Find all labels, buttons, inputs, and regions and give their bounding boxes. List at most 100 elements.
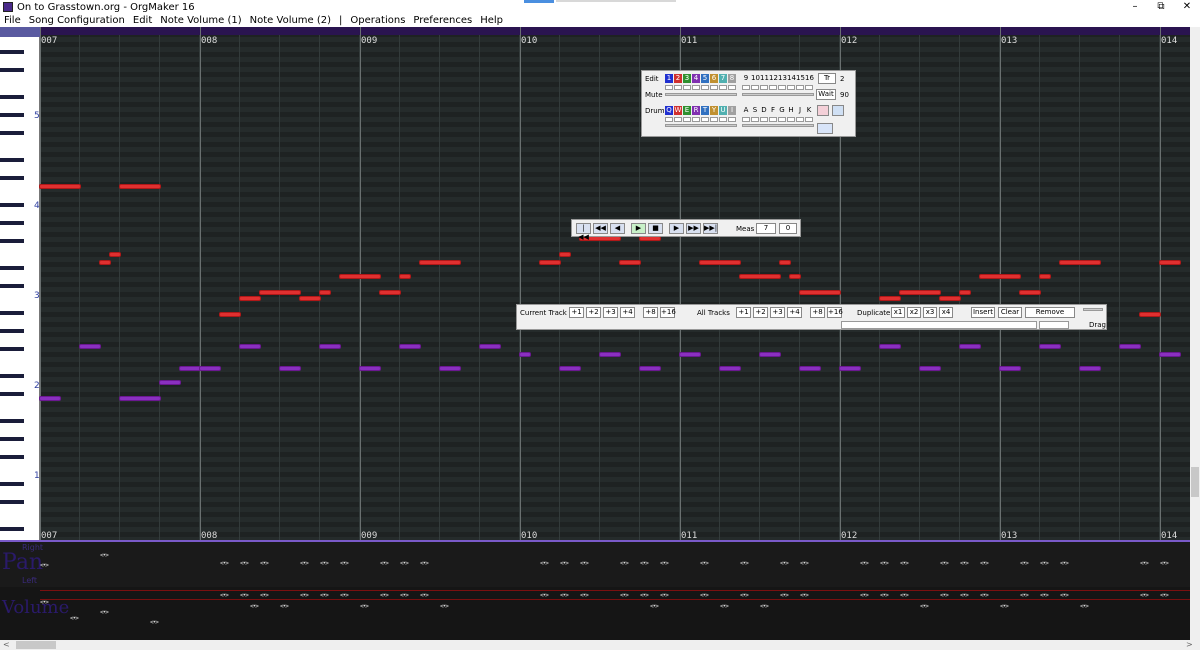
mute-toggle[interactable] xyxy=(683,85,691,90)
volume-arrow-icon[interactable]: <•> xyxy=(400,592,409,599)
mute-toggle[interactable] xyxy=(760,117,768,122)
volume-arrow-icon[interactable]: <•> xyxy=(560,592,569,599)
note-purple[interactable] xyxy=(1040,345,1060,348)
drum-track-button[interactable]: Y xyxy=(710,106,718,115)
mute-toggle[interactable] xyxy=(805,85,813,90)
mute-toggle[interactable] xyxy=(665,85,673,90)
restore-button[interactable]: ⧉ xyxy=(1148,0,1174,14)
drum-track-button[interactable]: F xyxy=(769,106,777,115)
note-grid[interactable] xyxy=(40,27,1190,540)
mute-toggle[interactable] xyxy=(796,85,804,90)
current-shift-button[interactable]: +3 xyxy=(603,307,618,318)
mute-toggle[interactable] xyxy=(719,85,727,90)
note-purple[interactable] xyxy=(440,367,460,370)
melody-track-button[interactable]: 4 xyxy=(692,74,700,83)
volume-arrow-icon[interactable]: <•> xyxy=(1140,592,1149,599)
mute-toggle[interactable] xyxy=(674,85,682,90)
speaker-icon[interactable] xyxy=(817,123,833,134)
volume-arrow-icon[interactable]: <•> xyxy=(900,592,909,599)
note-purple[interactable] xyxy=(120,397,160,400)
pan-arrow-icon[interactable]: <•> xyxy=(1040,560,1049,567)
duplicate-button[interactable]: x3 xyxy=(923,307,937,318)
current-shift-button[interactable]: +2 xyxy=(586,307,601,318)
close-button[interactable]: ✕ xyxy=(1174,0,1200,14)
pan-arrow-icon[interactable]: <•> xyxy=(100,552,109,559)
drum-track-button[interactable]: 16 xyxy=(805,74,814,83)
note-purple[interactable] xyxy=(880,345,900,348)
volume-arrow-icon[interactable]: <•> xyxy=(250,603,259,610)
pan-arrow-icon[interactable]: <•> xyxy=(980,560,989,567)
zoom-out-icon[interactable] xyxy=(832,105,844,116)
note-purple[interactable] xyxy=(160,381,180,384)
tr-button[interactable]: Tr xyxy=(818,73,836,84)
note-purple[interactable] xyxy=(520,353,530,356)
note-purple[interactable] xyxy=(560,367,580,370)
volume-arrow-icon[interactable]: <•> xyxy=(920,603,929,610)
melody-track-button[interactable]: 7 xyxy=(719,74,727,83)
mute-toggle[interactable] xyxy=(692,117,700,122)
mute-toggle[interactable] xyxy=(692,85,700,90)
drum-track-button[interactable]: 13 xyxy=(778,74,787,83)
melody-track-button[interactable]: 2 xyxy=(674,74,682,83)
current-shift-button[interactable]: +4 xyxy=(620,307,635,318)
note-purple[interactable] xyxy=(360,367,380,370)
pan-arrow-icon[interactable]: <•> xyxy=(620,560,629,567)
insert-button[interactable]: Insert xyxy=(971,307,995,318)
mute-toggle[interactable] xyxy=(760,85,768,90)
pan-arrow-icon[interactable]: <•> xyxy=(320,560,329,567)
mute-toggle[interactable] xyxy=(778,117,786,122)
volume-arrow-icon[interactable]: <•> xyxy=(1040,592,1049,599)
pan-arrow-icon[interactable]: <•> xyxy=(660,560,669,567)
mute-toggle[interactable] xyxy=(751,117,759,122)
mute-toggle[interactable] xyxy=(805,117,813,122)
playback-button[interactable]: ▶ xyxy=(631,223,646,234)
volume-area[interactable]: Volume <•> <•> <•> <•> <•> <•> <•> <•> <•> <•> <•>… xyxy=(0,587,1190,640)
note-purple[interactable] xyxy=(600,353,620,356)
volume-arrow-icon[interactable]: <•> xyxy=(240,592,249,599)
melody-track-button[interactable]: 3 xyxy=(683,74,691,83)
playback-button[interactable]: |◀◀ xyxy=(576,223,591,241)
volume-arrow-icon[interactable]: <•> xyxy=(1060,592,1069,599)
mute-toggle[interactable] xyxy=(701,85,709,90)
mute-toggle[interactable] xyxy=(719,117,727,122)
mute-toggle[interactable] xyxy=(701,117,709,122)
volume-arrow-icon[interactable]: <•> xyxy=(420,592,429,599)
scroll-right-icon[interactable]: > xyxy=(1186,640,1193,650)
note-purple[interactable] xyxy=(760,353,780,356)
volume-arrow-icon[interactable]: <•> xyxy=(260,592,269,599)
volume-arrow-icon[interactable]: <•> xyxy=(540,592,549,599)
note-red[interactable] xyxy=(220,313,240,316)
pan-arrow-icon[interactable]: <•> xyxy=(740,560,749,567)
drum-track-button[interactable]: G xyxy=(778,106,786,115)
drum-track-button[interactable]: Q xyxy=(665,106,673,115)
zoom-in-icon[interactable] xyxy=(817,105,829,116)
scroll-thumb[interactable] xyxy=(1191,467,1199,497)
pan-arrow-icon[interactable]: <•> xyxy=(220,560,229,567)
pan-arrow-icon[interactable]: <•> xyxy=(260,560,269,567)
all-shift-button[interactable]: +16 xyxy=(827,307,843,318)
note-red[interactable] xyxy=(100,261,110,264)
mute-toggle[interactable] xyxy=(796,117,804,122)
volume-arrow-icon[interactable]: <•> xyxy=(340,592,349,599)
note-purple[interactable] xyxy=(840,367,860,370)
note-red[interactable] xyxy=(560,253,570,256)
pan-arrow-icon[interactable]: <•> xyxy=(540,560,549,567)
volume-arrow-icon[interactable]: <•> xyxy=(860,592,869,599)
melody-track-button[interactable]: 6 xyxy=(710,74,718,83)
menu-item[interactable]: Note Volume (2) xyxy=(246,14,335,27)
note-purple[interactable] xyxy=(720,367,740,370)
drum-track-button[interactable]: 14 xyxy=(787,74,796,83)
melody-track-button[interactable]: 8 xyxy=(728,74,736,83)
scroll-thumb[interactable] xyxy=(16,641,56,649)
pan-arrow-icon[interactable]: <•> xyxy=(580,560,589,567)
playback-button[interactable]: ■ xyxy=(648,223,663,234)
mute-toggle[interactable] xyxy=(769,117,777,122)
pan-arrow-icon[interactable]: <•> xyxy=(940,560,949,567)
drum-track-button[interactable]: I xyxy=(728,106,736,115)
note-purple[interactable] xyxy=(640,367,660,370)
note-purple[interactable] xyxy=(1080,367,1100,370)
note-purple[interactable] xyxy=(480,345,500,348)
note-red[interactable] xyxy=(800,291,840,294)
volume-arrow-icon[interactable]: <•> xyxy=(1080,603,1089,610)
mute-toggle[interactable] xyxy=(751,85,759,90)
